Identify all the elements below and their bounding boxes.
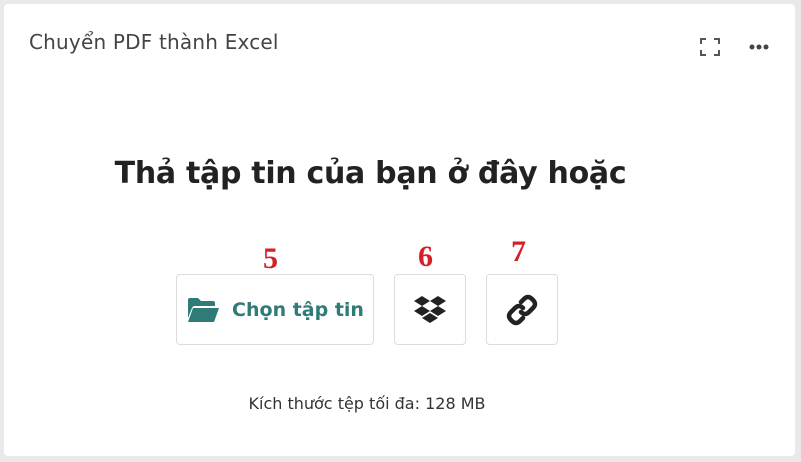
fullscreen-icon	[700, 38, 720, 56]
more-options-button[interactable]	[746, 34, 772, 60]
annotation-label-5: 5	[263, 242, 278, 275]
card-title: Chuyển PDF thành Excel	[29, 30, 279, 54]
drop-heading: Thả tập tin của bạn ở đây hoặc	[114, 156, 627, 191]
annotation-label-7: 7	[511, 235, 526, 268]
choose-file-button[interactable]: Chọn tập tin	[176, 274, 374, 345]
annotation-label-6: 6	[418, 240, 433, 273]
choose-file-label: Chọn tập tin	[232, 298, 364, 321]
link-icon	[506, 294, 538, 325]
max-file-size-text: Kích thước tệp tối đa: 128 MB	[248, 394, 486, 413]
dropbox-button[interactable]	[394, 274, 466, 345]
fullscreen-button[interactable]	[697, 34, 723, 60]
folder-open-icon	[188, 297, 220, 322]
dropbox-icon	[414, 295, 446, 323]
url-button[interactable]	[486, 274, 558, 345]
more-options-icon	[749, 44, 769, 50]
converter-card: Chuyển PDF thành Excel Thả tập tin của b…	[4, 4, 795, 456]
